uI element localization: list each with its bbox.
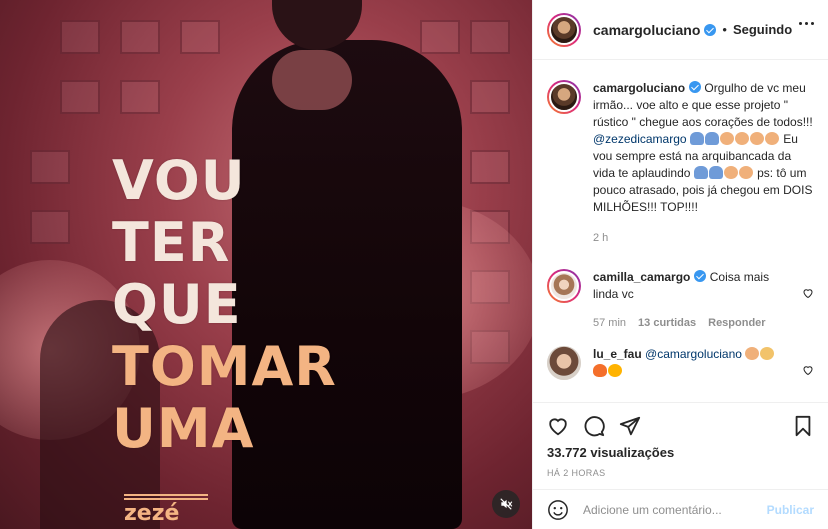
commenter-avatar[interactable] (547, 346, 581, 380)
comment-icon[interactable] (583, 415, 605, 437)
caption-body: camargoluciano Orgulho de vc meu irmão..… (593, 80, 813, 247)
post-actions: 33.772 visualizações HÁ 2 HORAS (533, 402, 828, 498)
overlay-line: QUE (112, 273, 242, 336)
star-struck-emoji-icon (608, 364, 623, 378)
background-window (60, 80, 100, 114)
comment-body: lu_e_fau @camargoluciano (593, 346, 793, 380)
caption-meta: 2 h (593, 230, 813, 247)
clapping-hands-emoji-icon (745, 347, 760, 361)
background-window (470, 150, 510, 184)
clapping-hands-emoji-icon (723, 166, 754, 180)
brand-logo: zezé (124, 494, 208, 525)
view-count[interactable]: 33.772 visualizações (547, 445, 814, 460)
commenter-username[interactable]: camilla_camargo (593, 270, 690, 284)
like-comment-heart-icon[interactable] (802, 287, 814, 299)
background-window (180, 20, 220, 54)
author-username[interactable]: camargoluciano (593, 22, 700, 38)
action-icons (547, 407, 814, 445)
post-video[interactable]: VOU TER QUE TOMAR UMA zezé (0, 0, 532, 529)
mute-icon (500, 498, 513, 510)
comments-list[interactable]: camargoluciano Orgulho de vc meu irmão..… (533, 60, 828, 402)
like-comment-heart-icon[interactable] (802, 364, 814, 376)
publish-button[interactable]: Publicar (767, 503, 814, 517)
folded-hands-emoji-icon (689, 132, 720, 146)
overlay-line: UMA (112, 397, 255, 460)
folded-hands-emoji-icon (693, 166, 724, 180)
caption-username[interactable]: camargoluciano (593, 81, 685, 95)
video-overlay-text: VOU TER QUE TOMAR UMA (112, 150, 337, 460)
comment-body: camilla_camargo Coisa mais linda vc 57 m… (593, 269, 793, 332)
caption-author-avatar[interactable] (547, 80, 581, 114)
overlay-line: TOMAR (112, 335, 337, 398)
comment-likes[interactable]: 13 curtidas (638, 315, 696, 332)
fire-emoji-icon (593, 364, 608, 378)
verified-badge-icon (689, 81, 702, 93)
brand-logo-text: zezé (124, 501, 180, 526)
background-window (120, 20, 160, 54)
background-window (470, 20, 510, 54)
comment-item: camilla_camargo Coisa mais linda vc 57 m… (547, 269, 814, 332)
background-window (60, 20, 100, 54)
reply-button[interactable]: Responder (708, 315, 765, 332)
singer-hands-microphone (272, 50, 352, 110)
background-window (470, 80, 510, 114)
following-button[interactable]: Seguindo (733, 22, 792, 37)
commenter-avatar[interactable] (547, 269, 581, 303)
caption: camargoluciano Orgulho de vc meu irmão..… (547, 80, 814, 247)
separator-dot: • (722, 22, 727, 37)
comment-time[interactable]: 57 min (593, 315, 626, 332)
clapping-hands-emoji-icon (719, 132, 780, 146)
post-header: camargoluciano • Seguindo (533, 0, 828, 60)
mute-button[interactable] (492, 490, 520, 518)
commenter-username[interactable]: lu_e_fau (593, 347, 642, 361)
post-side-panel: camargoluciano • Seguindo camargoluciano… (532, 0, 828, 529)
instagram-post: VOU TER QUE TOMAR UMA zezé camargolucian… (0, 0, 828, 529)
brand-logo-bars (124, 494, 208, 500)
overlay-line: TER (112, 211, 231, 274)
background-window (30, 210, 70, 244)
post-timestamp[interactable]: HÁ 2 HORAS (547, 468, 814, 478)
background-window (30, 150, 70, 184)
like-heart-icon[interactable] (547, 415, 569, 437)
overlay-line: VOU (112, 149, 246, 212)
author-avatar[interactable] (547, 12, 581, 47)
comment-mention-link[interactable]: @camargoluciano (645, 347, 742, 361)
add-comment-bar: Publicar (533, 489, 828, 529)
share-icon[interactable] (619, 415, 641, 437)
save-bookmark-icon[interactable] (792, 415, 814, 437)
emoji-picker-icon[interactable] (547, 499, 569, 521)
comment-item: lu_e_fau @camargoluciano (547, 346, 814, 380)
comment-input[interactable] (583, 502, 767, 517)
verified-badge-icon (694, 270, 707, 282)
comment-meta: 57 min 13 curtidas Responder (593, 315, 793, 332)
caption-mention-link[interactable]: @zezedicamargo (593, 132, 687, 146)
background-window (120, 80, 160, 114)
background-window (420, 20, 460, 54)
more-options-icon[interactable] (799, 22, 814, 25)
raised-hands-emoji-icon (760, 347, 775, 361)
caption-time[interactable]: 2 h (593, 230, 608, 247)
verified-badge-icon (704, 23, 717, 36)
